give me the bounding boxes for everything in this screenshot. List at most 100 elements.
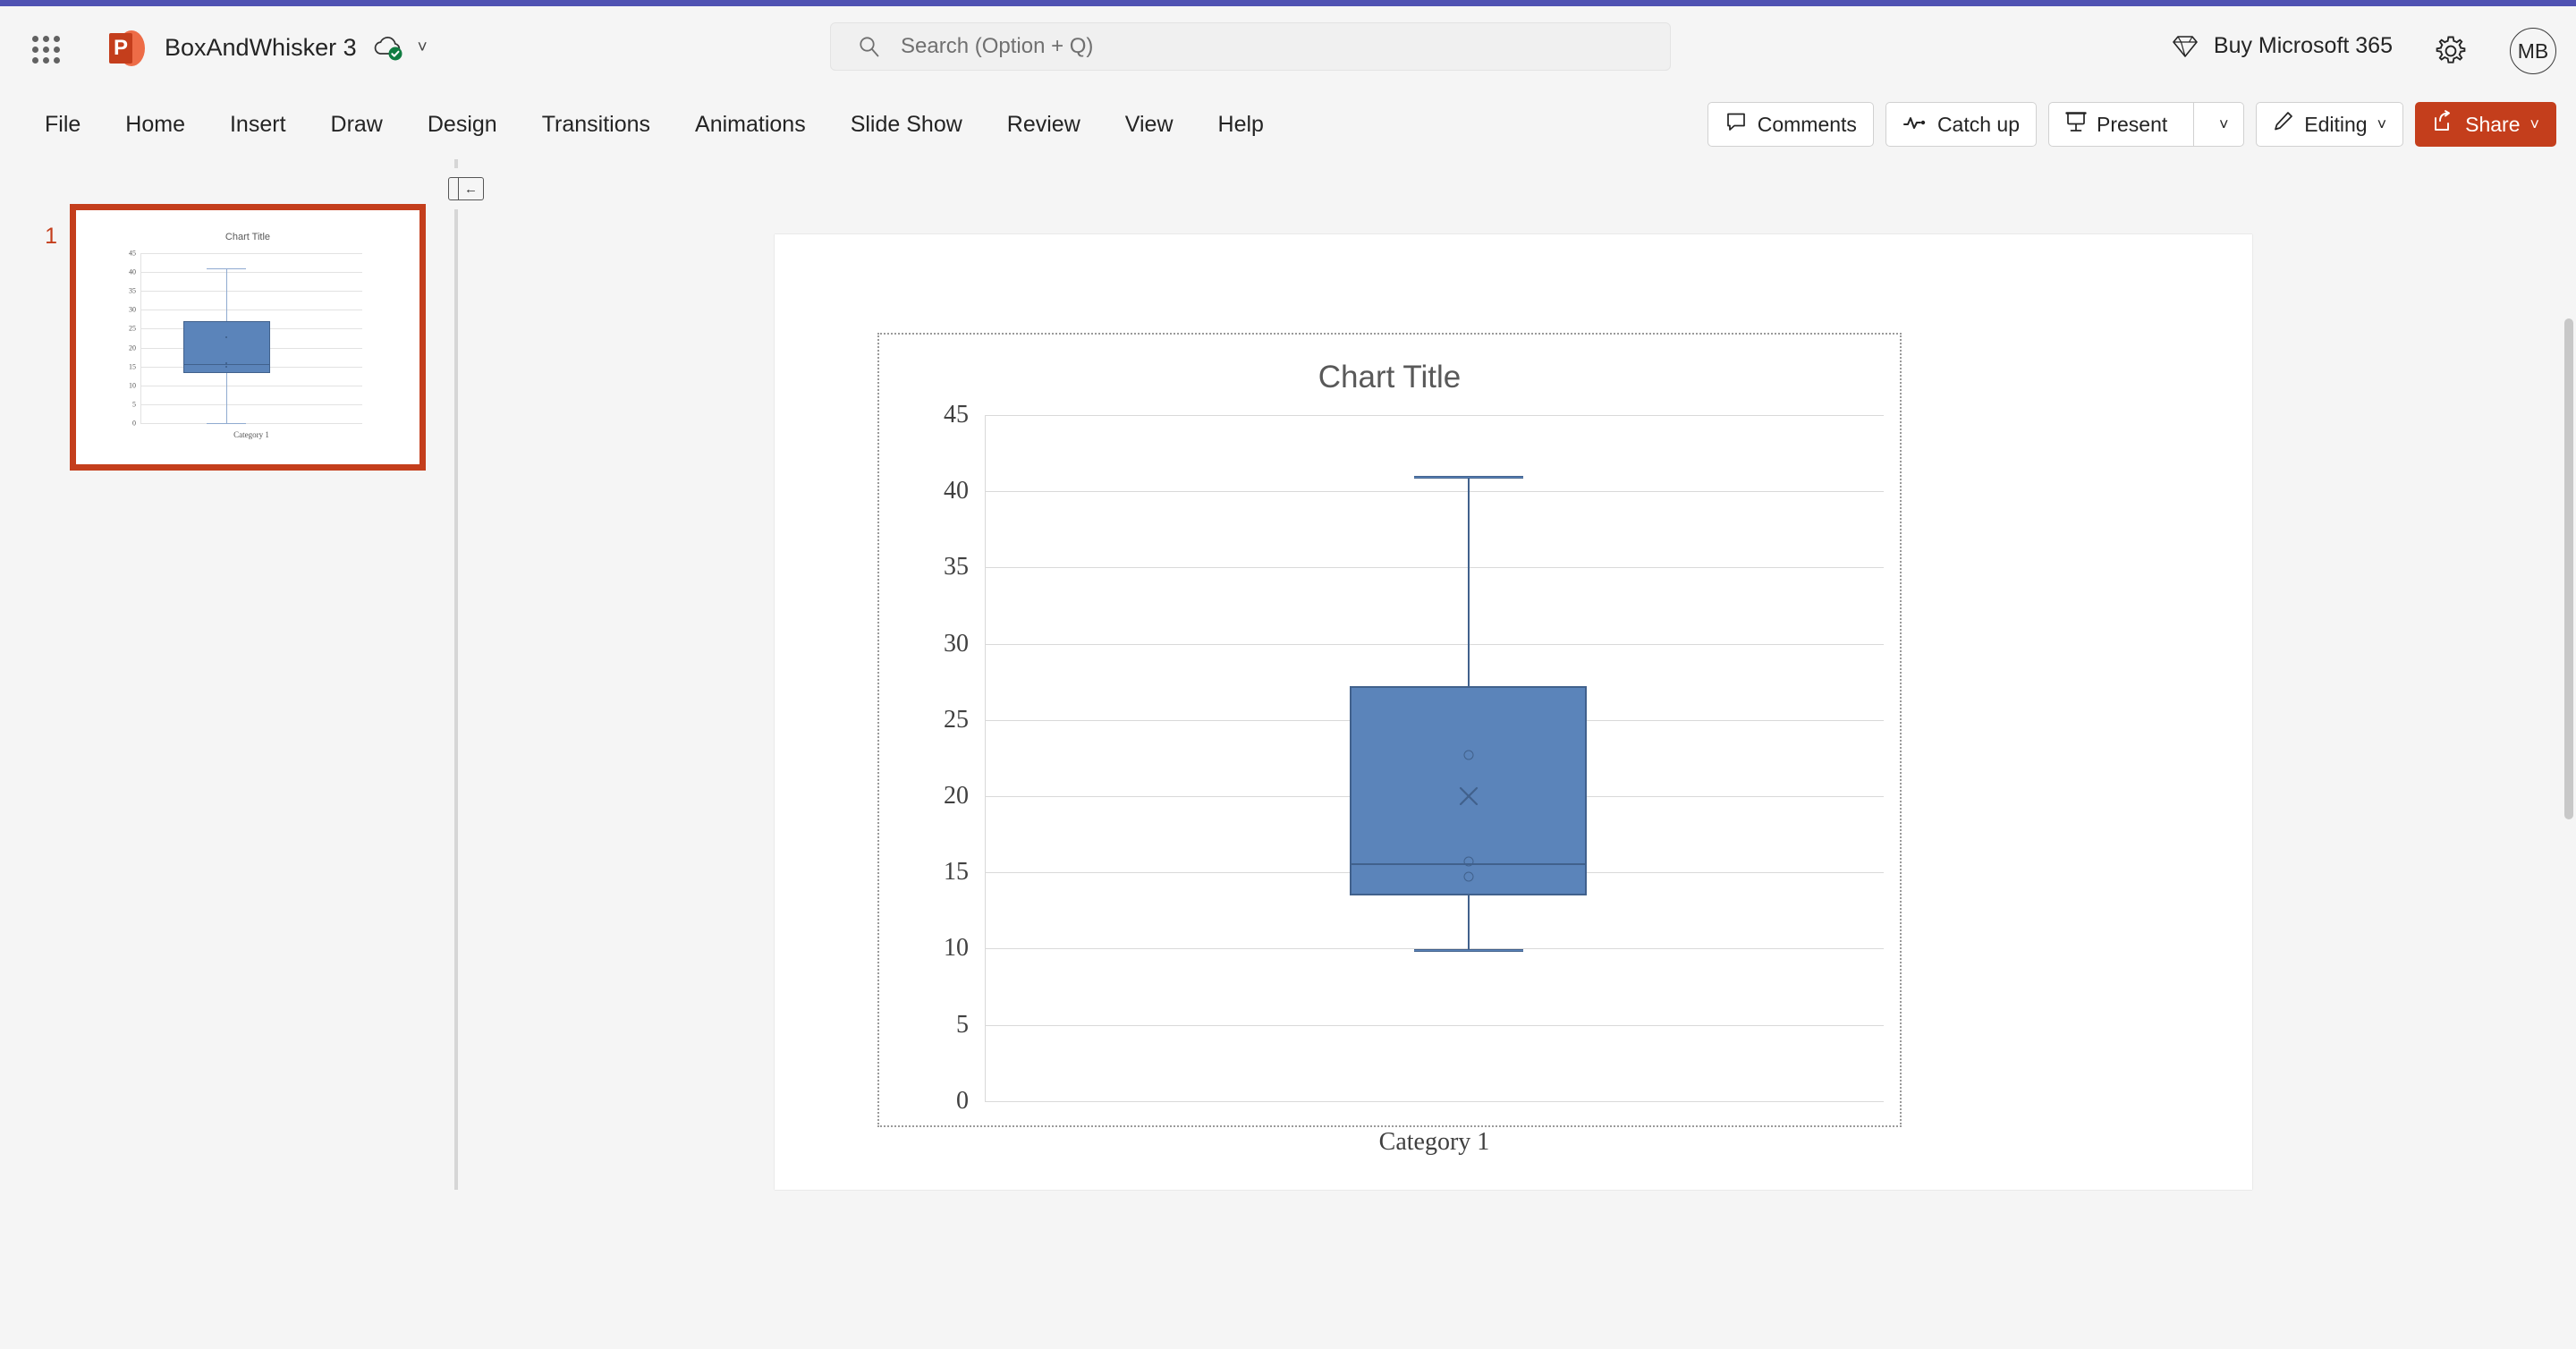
chart-title: Chart Title — [1318, 360, 1462, 395]
editor-body: 1 Chart Title 45 40 35 30 25 20 15 10 5 … — [0, 159, 2576, 1190]
thumbnail-y-tick: 25 — [129, 324, 136, 333]
activity-wave-icon — [1902, 113, 1928, 137]
share-label: Share — [2465, 112, 2521, 136]
thumbnail-gridline — [140, 291, 362, 292]
tab-insert[interactable]: Insert — [210, 105, 306, 145]
slide-thumbnail-1[interactable]: Chart Title 45 40 35 30 25 20 15 10 5 0 … — [70, 204, 426, 471]
cloud-saved-icon[interactable] — [371, 33, 407, 64]
thumbnail-whisker-lower — [226, 373, 227, 424]
thumbnail-y-tick: 5 — [132, 400, 136, 409]
buy-microsoft-365-button[interactable]: Buy Microsoft 365 — [2171, 33, 2393, 59]
gridline-5 — [985, 1024, 1884, 1026]
slide-thumbnail-panel: 1 Chart Title 45 40 35 30 25 20 15 10 5 … — [0, 159, 492, 1190]
avatar[interactable]: MB — [2510, 28, 2556, 74]
tab-slide-show[interactable]: Slide Show — [831, 105, 982, 145]
whisker-cap-upper — [1413, 476, 1523, 479]
y-tick-label: 15 — [944, 858, 969, 887]
whisker-line-upper — [1467, 476, 1470, 687]
category-axis-label: Category 1 — [1378, 1128, 1490, 1156]
comment-bubble-icon — [1724, 110, 1748, 139]
search-input[interactable]: Search (Option + Q) — [830, 22, 1671, 71]
present-button-group: Present ˅ — [2048, 102, 2245, 147]
y-tick-label: 35 — [944, 553, 969, 581]
y-tick-label: 30 — [944, 629, 969, 658]
powerpoint-icon: P — [107, 30, 145, 67]
slide-canvas[interactable]: Chart Title 45 40 35 30 25 20 15 10 5 0 … — [775, 234, 2252, 1190]
vertical-scrollbar[interactable] — [2563, 318, 2574, 1349]
editing-chevron-down-icon: ˅ — [2377, 115, 2387, 133]
collapse-panel-icon[interactable]: ← — [440, 168, 492, 209]
thumbnail-y-tick: 45 — [129, 249, 136, 258]
y-tick-label: 10 — [944, 934, 969, 963]
tab-draw[interactable]: Draw — [311, 105, 402, 145]
tab-file[interactable]: File — [25, 105, 100, 145]
present-button-divider — [2193, 103, 2195, 146]
thumbnail-data-point — [225, 366, 227, 368]
tab-transitions[interactable]: Transitions — [522, 105, 670, 145]
thumbnail-plot-area: 45 40 35 30 25 20 15 10 5 0 Category 1 — [129, 250, 362, 439]
app-header: P BoxAndWhisker 3 ˅ Search (Option + Q) — [0, 6, 2576, 89]
thumbnail-chart-preview: Chart Title 45 40 35 30 25 20 15 10 5 0 … — [76, 210, 419, 464]
top-accent-bar — [0, 0, 2576, 6]
thumbnail-y-tick: 40 — [129, 267, 136, 276]
chart-placeholder[interactable]: Chart Title 45 40 35 30 25 20 15 10 5 0 … — [877, 333, 1902, 1156]
thumbnail-gridline — [140, 423, 362, 424]
y-axis-line — [985, 415, 986, 1101]
editing-button[interactable]: Editing ˅ — [2256, 102, 2404, 147]
thumbnail-y-tick: 20 — [129, 344, 136, 352]
gridline-40 — [985, 491, 1884, 493]
app-launcher-icon[interactable] — [20, 23, 70, 73]
catch-up-button[interactable]: Catch up — [1885, 102, 2037, 147]
thumbnail-chart-title: Chart Title — [225, 232, 271, 242]
powerpoint-icon-letter: P — [113, 35, 128, 60]
catch-up-label: Catch up — [1936, 112, 2020, 136]
avatar-initials: MB — [2517, 38, 2549, 63]
whisker-line-lower — [1467, 895, 1470, 949]
data-point-marker — [1463, 856, 1473, 867]
thumbnail-whisker-upper — [226, 267, 227, 322]
title-chevron-down-icon[interactable]: ˅ — [418, 38, 428, 58]
presenter-screen-icon — [2065, 110, 2087, 139]
thumbnail-median-line — [183, 364, 270, 366]
share-button[interactable]: Share ˅ — [2415, 102, 2556, 147]
thumbnail-y-tick: 10 — [129, 381, 136, 390]
thumbnail-category-label: Category 1 — [233, 430, 269, 439]
search-placeholder: Search (Option + Q) — [901, 34, 1094, 58]
thumbnail-whisker-cap-upper — [207, 267, 246, 269]
thumbnail-y-tick: 30 — [129, 305, 136, 314]
thumbnail-y-axis — [140, 253, 141, 423]
slide-thumbnail-row: 1 Chart Title 45 40 35 30 25 20 15 10 5 … — [27, 204, 426, 471]
document-title[interactable]: BoxAndWhisker 3 — [165, 34, 357, 62]
ribbon-bar: File Home Insert Draw Design Transitions… — [0, 89, 2576, 159]
comments-button[interactable]: Comments — [1707, 102, 1874, 147]
tab-view[interactable]: View — [1106, 105, 1193, 145]
y-tick-label: 20 — [944, 782, 969, 810]
y-tick-label: 0 — [956, 1086, 969, 1115]
y-tick-label: 5 — [956, 1010, 969, 1039]
present-button[interactable]: Present — [2049, 103, 2183, 146]
tab-home[interactable]: Home — [106, 105, 205, 145]
thumbnail-gridline — [140, 253, 362, 254]
tab-review[interactable]: Review — [987, 105, 1100, 145]
thumbnail-gridline — [140, 404, 362, 405]
y-tick-label: 40 — [944, 477, 969, 505]
share-chevron-down-icon: ˅ — [2529, 115, 2539, 133]
present-label: Present — [2097, 112, 2168, 136]
panel-divider — [454, 159, 458, 1190]
gear-icon[interactable] — [2431, 31, 2470, 71]
gridline-0 — [985, 1100, 1884, 1102]
tab-design[interactable]: Design — [408, 105, 517, 145]
diamond-icon — [2171, 34, 2199, 59]
tab-help[interactable]: Help — [1199, 105, 1284, 145]
thumbnail-data-point — [225, 336, 227, 338]
tab-animations[interactable]: Animations — [675, 105, 826, 145]
search-icon — [858, 35, 881, 58]
scrollbar-thumb[interactable] — [2564, 318, 2573, 819]
editing-label: Editing — [2304, 112, 2368, 136]
share-arrow-icon — [2432, 110, 2455, 139]
pencil-icon — [2273, 110, 2294, 139]
thumbnail-data-point — [225, 362, 227, 364]
ribbon-actions: Comments Catch up Present ˅ Editing ˅ Sh… — [1707, 102, 2556, 147]
present-chevron-down-icon[interactable]: ˅ — [2204, 103, 2243, 146]
thumbnail-whisker-cap-lower — [207, 423, 246, 425]
